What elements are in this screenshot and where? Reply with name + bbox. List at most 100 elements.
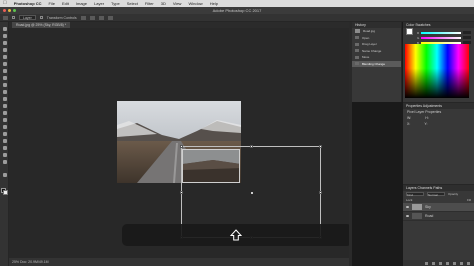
properties-panel: Properties Adjustments Pixel Layer Prope… [403,102,474,184]
history-item-active[interactable]: Blending Change [352,60,401,67]
close-window-icon[interactable] [3,9,6,12]
history-state-icon [355,36,359,40]
adjustment-layer-icon[interactable] [446,261,449,265]
lasso-tool-icon[interactable] [1,40,8,46]
history-brush-tool-icon[interactable] [1,89,8,95]
dodge-tool-icon[interactable] [1,117,8,123]
visibility-eye-icon[interactable] [406,215,409,217]
snapshot-thumbnail [355,29,360,34]
auto-select-checkbox[interactable] [12,16,15,19]
lock-label: Lock [406,198,413,202]
eraser-tool-icon[interactable] [1,96,8,102]
new-layer-icon[interactable] [460,261,463,265]
more-tools-icon[interactable] [1,172,8,178]
layer-name: Road [425,214,434,218]
blend-mode-select[interactable]: Normal [427,192,445,197]
transform-controls-checkbox[interactable] [39,16,43,19]
menu-layer[interactable]: Layer [94,1,104,6]
type-tool-icon[interactable] [1,131,8,137]
minimize-window-icon[interactable] [8,9,11,12]
history-item-label: Name Change [362,48,382,53]
crop-tool-icon[interactable] [1,54,8,60]
clone-stamp-tool-icon[interactable] [1,82,8,88]
link-layers-icon[interactable] [425,261,428,265]
window-title-bar: Adobe Photoshop CC 2017 [0,7,474,14]
shift-arrow-icon [230,229,242,241]
transform-handle-left[interactable] [180,191,183,194]
history-state-icon [355,49,359,53]
menu-window[interactable]: Window [188,1,202,6]
tools-panel [0,22,9,266]
delete-layer-icon[interactable] [467,261,470,265]
menu-select[interactable]: Select [127,1,138,6]
history-item-label: Move [362,55,370,60]
y-field-label[interactable]: Y: [424,121,427,127]
auto-select-dropdown[interactable]: Layer [19,15,36,20]
marquee-tool-icon[interactable] [1,33,8,39]
fill-label: Fill [467,198,471,202]
menu-filter[interactable]: Filter [145,1,154,6]
apple-icon[interactable]:  [3,0,7,7]
layer-thumbnail [412,213,422,219]
layer-filter-kind[interactable]: Kind [406,192,424,197]
align-right-icon[interactable] [98,15,104,20]
x-field-label[interactable]: X: [407,121,410,127]
eyedropper-tool-icon[interactable] [1,61,8,67]
layer-style-icon[interactable] [432,261,435,265]
menu-bar:  Photoshop CC File Edit Image Layer Typ… [0,0,474,7]
pen-tool-icon[interactable] [1,124,8,130]
transform-handle-top-left[interactable] [180,145,183,148]
zoom-window-icon[interactable] [13,9,16,12]
move-tool-icon[interactable] [1,26,8,32]
gradient-tool-icon[interactable] [1,103,8,109]
menu-help[interactable]: Help [210,1,218,6]
channel-label: R [417,30,420,35]
window-controls [3,9,16,12]
menu-file[interactable]: File [49,1,55,6]
history-state-icon [355,42,359,46]
distribute-icon[interactable] [107,15,113,20]
healing-brush-tool-icon[interactable] [1,68,8,74]
align-center-icon[interactable] [89,15,95,20]
layer-row-active[interactable]: Sky [403,203,474,212]
layer-name: Sky [425,205,431,209]
brush-tool-icon[interactable] [1,75,8,81]
history-item-label: Open [362,35,370,40]
opacity-label: Opacity [448,192,459,196]
history-state-icon [355,55,359,59]
photoshop-window:  Photoshop CC File Edit Image Layer Typ… [0,0,474,266]
transform-reference-point[interactable] [251,192,253,194]
transform-handle-top[interactable] [250,145,253,148]
menu-edit[interactable]: Edit [62,1,69,6]
new-group-icon[interactable] [453,261,456,265]
color-spectrum-ramp[interactable] [405,44,469,98]
blur-tool-icon[interactable] [1,110,8,116]
add-mask-icon[interactable] [439,261,442,265]
menu-view[interactable]: View [173,1,182,6]
quick-select-tool-icon[interactable] [1,47,8,53]
history-item-label: Blending Change [362,61,386,66]
history-item-label: Drag Layer [362,42,377,47]
zoom-tool-icon[interactable] [1,159,8,165]
background-color-swatch[interactable] [3,190,8,195]
status-bar: 25% Doc: 20.9M/49.1M [9,258,349,266]
channel-label: G [417,35,420,40]
menu-type[interactable]: Type [111,1,120,6]
layer-thumbnail [412,204,422,210]
path-select-tool-icon[interactable] [1,138,8,144]
color-panel-foreground-swatch[interactable] [406,28,413,35]
visibility-eye-icon[interactable] [406,206,409,208]
menu-3d[interactable]: 3D [161,1,166,6]
layers-panel: Layers Channels Paths Kind Normal Opacit… [403,184,474,266]
document-status: 25% Doc: 20.9M/49.1M [12,260,49,264]
move-tool-preset-icon[interactable] [3,15,8,20]
rectangle-tool-icon[interactable] [1,145,8,151]
transform-handle-right[interactable] [319,191,322,194]
align-left-icon[interactable] [80,15,86,20]
layer-row[interactable]: Road [403,212,474,221]
transform-handle-top-right[interactable] [319,145,322,148]
menu-image[interactable]: Image [76,1,87,6]
hand-tool-icon[interactable] [1,152,8,158]
menu-app-name[interactable]: Photoshop CC [14,1,42,6]
layers-footer [403,260,474,266]
